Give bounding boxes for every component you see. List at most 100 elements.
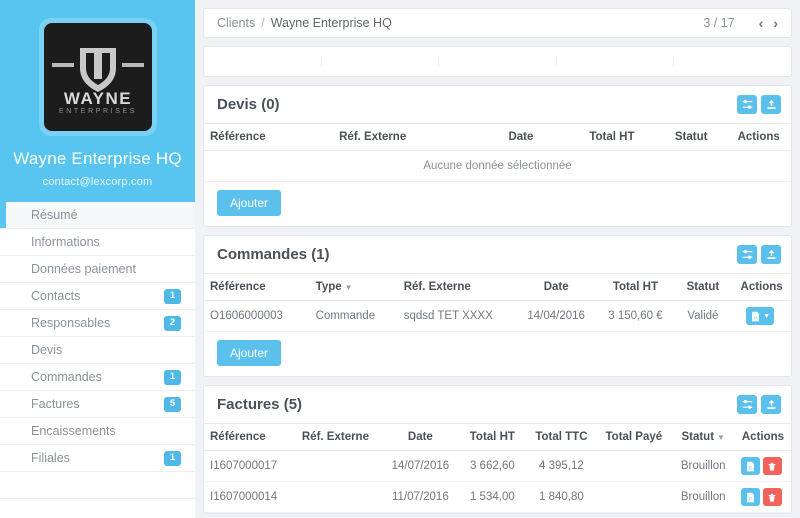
export-upload-icon[interactable] bbox=[761, 245, 781, 264]
cell-reference: I1607000017 bbox=[204, 450, 296, 482]
sidebar-header: WAYNE ENTERPRISES Wayne Enterprise HQ co… bbox=[0, 0, 195, 202]
pdf-document-icon[interactable]: P bbox=[740, 457, 760, 475]
main-content: Clients / Wayne Enterprise HQ 3 / 17 ‹ ›… bbox=[195, 0, 800, 518]
column-header[interactable]: Total HT bbox=[458, 424, 527, 451]
table-row[interactable]: I1607000017 14/07/2016 3 662,60 4 395,12 Bro… bbox=[204, 450, 791, 482]
stat-card bbox=[204, 56, 322, 66]
commandes-section: Commandes (1) Référence Type ▼ Réf. Exte… bbox=[203, 235, 792, 377]
sidebar-item-commandes[interactable]: Commandes 1 bbox=[0, 364, 195, 391]
cell-total-ht: 1 534,00 bbox=[458, 481, 527, 513]
column-header-label: Date bbox=[543, 281, 569, 293]
cell-total-paye bbox=[596, 481, 672, 513]
settings-sliders-icon[interactable] bbox=[737, 395, 757, 414]
factures-table-body: I1607000017 14/07/2016 3 662,60 4 395,12 Bro… bbox=[204, 450, 791, 513]
column-header[interactable]: Référence bbox=[204, 424, 296, 451]
column-header[interactable]: Réf. Externe bbox=[295, 424, 383, 451]
devis-empty-message: Aucune donnée sélectionnée bbox=[204, 150, 791, 182]
app-root: WAYNE ENTERPRISES Wayne Enterprise HQ co… bbox=[0, 0, 800, 518]
cell-ref-externe bbox=[295, 450, 383, 482]
column-header[interactable]: Total TTC bbox=[526, 424, 597, 451]
delete-trash-icon[interactable] bbox=[762, 488, 782, 506]
column-header[interactable]: Statut ▼ bbox=[671, 424, 735, 451]
export-upload-icon[interactable] bbox=[761, 395, 781, 414]
table-row: Aucune donnée sélectionnée bbox=[204, 150, 791, 182]
stat-card bbox=[439, 56, 557, 66]
sidebar-item-informations[interactable]: Informations bbox=[0, 229, 195, 256]
sidebar-item-label: Contacts bbox=[31, 288, 81, 303]
breadcrumb: Clients / Wayne Enterprise HQ 3 / 17 ‹ › bbox=[203, 8, 792, 38]
cell-total-ttc: 4 395,12 bbox=[526, 450, 597, 482]
pdf-document-icon[interactable]: P ▼ bbox=[746, 307, 775, 325]
sidebar-item-label: Devis bbox=[31, 342, 63, 357]
cell-total-ttc: 1 840,80 bbox=[526, 481, 597, 513]
column-header[interactable]: Total HT bbox=[567, 124, 656, 151]
client-email: contact@lexcorp.com bbox=[42, 176, 153, 188]
avatar: WAYNE ENTERPRISES bbox=[38, 18, 157, 136]
column-header-label: Statut bbox=[681, 431, 715, 443]
column-header[interactable]: Réf. Externe bbox=[397, 274, 516, 301]
sidebar-item-encaissements[interactable]: Encaissements bbox=[0, 418, 195, 445]
sidebar-item-donn-es-paiement[interactable]: Données paiement bbox=[0, 256, 195, 283]
column-header-label: Total Payé bbox=[605, 431, 663, 443]
devis-header: Devis (0) bbox=[204, 86, 791, 124]
sidebar-item-devis[interactable]: Devis bbox=[0, 337, 195, 364]
cell-actions: P ▼ bbox=[732, 300, 791, 332]
column-header[interactable]: Date bbox=[382, 424, 459, 451]
sidebar-item-responsables[interactable]: Responsables 2 bbox=[0, 310, 195, 337]
sidebar-nav: Résumé Informations Données paiement Contac… bbox=[0, 202, 195, 499]
cell-date: 14/04/2016 bbox=[515, 300, 598, 332]
table-row[interactable]: I1607000014 11/07/2016 1 534,00 1 840,80 Bro… bbox=[204, 481, 791, 513]
breadcrumb-current: Wayne Enterprise HQ bbox=[270, 16, 392, 30]
breadcrumb-root[interactable]: Clients bbox=[217, 16, 255, 30]
chevron-left-icon[interactable]: ‹ bbox=[759, 16, 764, 30]
column-header-label: Statut bbox=[686, 281, 720, 293]
column-header[interactable]: Actions bbox=[726, 124, 791, 151]
stats-row bbox=[204, 47, 791, 76]
pdf-document-icon[interactable]: P bbox=[740, 488, 760, 506]
column-header[interactable]: Réf. Externe bbox=[333, 124, 474, 151]
export-upload-icon[interactable] bbox=[761, 95, 781, 114]
column-header[interactable]: Statut bbox=[655, 124, 727, 151]
table-row[interactable]: O1606000003 Commande sqdsd TET XXXX 14/04/2… bbox=[204, 300, 791, 332]
column-header[interactable]: Actions bbox=[732, 274, 791, 301]
column-header-label: Réf. Externe bbox=[403, 281, 471, 293]
devis-add-button[interactable]: Ajouter bbox=[217, 190, 282, 216]
stat-card bbox=[322, 56, 440, 66]
column-header[interactable]: Actions bbox=[734, 424, 791, 451]
column-header-label: Date bbox=[508, 131, 534, 143]
commandes-add-button[interactable]: Ajouter bbox=[217, 340, 282, 366]
cell-total-paye bbox=[596, 450, 672, 482]
column-header-label: Total HT bbox=[469, 431, 515, 443]
sidebar-item-badge: 1 bbox=[164, 450, 181, 466]
column-header[interactable]: Référence bbox=[204, 124, 334, 151]
sidebar-item-label: Filiales bbox=[31, 450, 70, 465]
svg-text:P: P bbox=[754, 315, 757, 320]
sidebar-item-contacts[interactable]: Contacts 1 bbox=[0, 283, 195, 310]
sidebar-item-r-sum-[interactable]: Résumé bbox=[0, 202, 195, 229]
sidebar: WAYNE ENTERPRISES Wayne Enterprise HQ co… bbox=[0, 0, 195, 518]
column-header-label: Référence bbox=[210, 431, 266, 443]
devis-table-head: Référence Réf. Externe Date Total HT Statut A… bbox=[204, 124, 791, 151]
column-header[interactable]: Statut bbox=[673, 274, 733, 301]
column-header-label: Total HT bbox=[612, 281, 658, 293]
column-header[interactable]: Date bbox=[474, 124, 568, 151]
cell-ref-externe bbox=[295, 481, 383, 513]
column-header[interactable]: Référence bbox=[204, 274, 310, 301]
stats-panel bbox=[203, 46, 792, 77]
commandes-header: Commandes (1) bbox=[204, 236, 791, 274]
delete-trash-icon[interactable] bbox=[762, 457, 782, 475]
devis-table: Référence Réf. Externe Date Total HT Statut A… bbox=[204, 124, 791, 182]
column-header[interactable]: Date bbox=[515, 274, 598, 301]
sort-caret-icon: ▼ bbox=[344, 283, 353, 292]
settings-sliders-icon[interactable] bbox=[737, 245, 757, 264]
column-header[interactable]: Total HT bbox=[597, 274, 674, 301]
column-header[interactable]: Type ▼ bbox=[309, 274, 398, 301]
svg-text:P: P bbox=[749, 465, 752, 470]
sidebar-item-more[interactable] bbox=[0, 472, 195, 499]
sidebar-item-factures[interactable]: Factures 5 bbox=[0, 391, 195, 418]
sidebar-item-filiales[interactable]: Filiales 1 bbox=[0, 445, 195, 472]
chevron-right-icon[interactable]: › bbox=[773, 16, 778, 30]
settings-sliders-icon[interactable] bbox=[737, 95, 757, 114]
column-header[interactable]: Total Payé bbox=[596, 424, 672, 451]
column-header-label: Actions bbox=[737, 131, 780, 143]
